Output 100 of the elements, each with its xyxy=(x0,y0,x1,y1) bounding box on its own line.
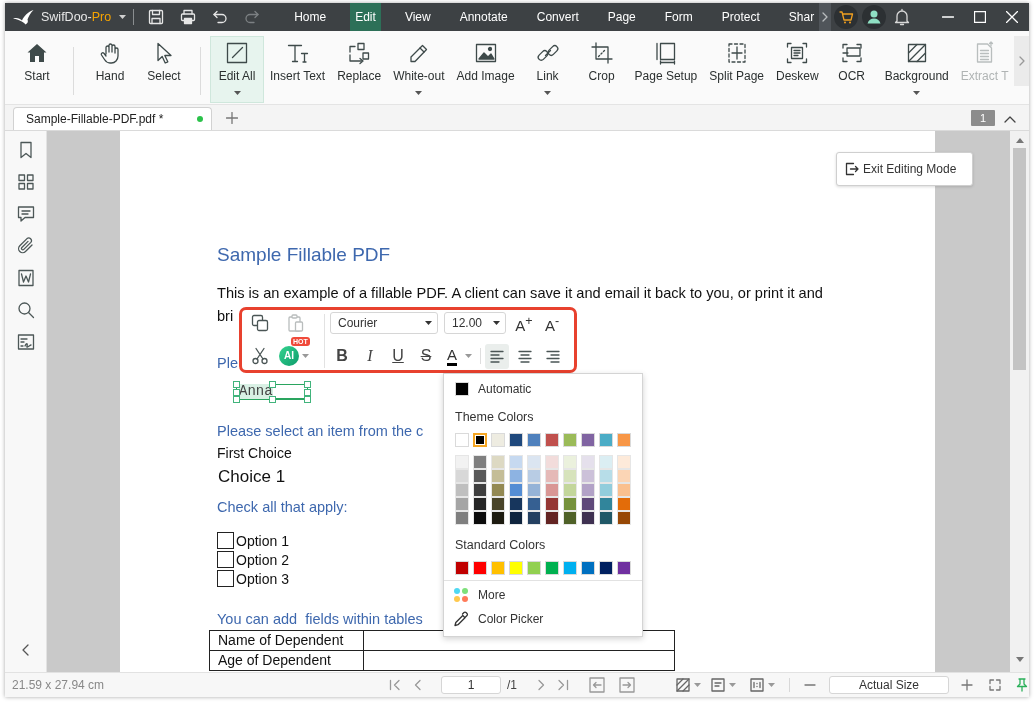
checkbox[interactable] xyxy=(217,532,234,549)
caret-icon[interactable] xyxy=(233,91,241,95)
color-swatch-icon[interactable] xyxy=(599,433,613,447)
color-swatch-icon[interactable] xyxy=(455,561,469,575)
color-swatch-icon[interactable] xyxy=(617,561,631,575)
color-swatch-icon[interactable] xyxy=(509,561,523,575)
increase-font-button[interactable]: A$^{+}$ xyxy=(512,310,536,336)
menu-tab[interactable]: Convert xyxy=(531,3,584,31)
color-swatch-icon[interactable] xyxy=(545,433,559,447)
bold-button[interactable]: B xyxy=(330,344,354,368)
close-icon[interactable] xyxy=(1006,11,1018,23)
zoom-in-icon[interactable] xyxy=(961,679,973,691)
maximize-icon[interactable] xyxy=(974,11,986,23)
caret-icon[interactable] xyxy=(913,91,921,95)
ribbon-button[interactable]: Link xyxy=(520,36,575,103)
color-swatch-icon[interactable] xyxy=(617,433,631,447)
underline-button[interactable]: U xyxy=(386,344,410,368)
document-icon[interactable] xyxy=(16,269,35,287)
user-avatar-icon[interactable] xyxy=(862,5,886,29)
italic-button[interactable]: I xyxy=(358,344,382,368)
menu-item[interactable]: Automatic xyxy=(444,381,642,397)
previous-page-icon[interactable] xyxy=(412,679,424,691)
cart-icon[interactable] xyxy=(834,5,858,29)
scroll-up-icon[interactable] xyxy=(1015,138,1024,143)
actual-size-icon[interactable] xyxy=(750,678,764,692)
pin-icon[interactable] xyxy=(1016,678,1028,692)
save-icon[interactable] xyxy=(148,9,165,25)
color-swatch-icon[interactable] xyxy=(473,561,487,575)
menu-tab[interactable]: Edit xyxy=(350,3,381,31)
ribbon-button[interactable]: Replace xyxy=(331,36,388,103)
ribbon-button[interactable]: Split Page xyxy=(703,36,770,103)
ribbon-button[interactable]: Deskew xyxy=(770,36,825,103)
color-swatch-icon[interactable] xyxy=(509,433,523,447)
color-swatch-icon[interactable] xyxy=(527,561,541,575)
ribbon-button[interactable]: Add Image xyxy=(450,36,521,103)
copy-icon[interactable] xyxy=(251,314,269,332)
fullscreen-icon[interactable] xyxy=(989,679,1001,691)
color-swatch-icon[interactable] xyxy=(455,433,469,447)
comment-icon[interactable] xyxy=(16,205,35,223)
color-swatch-icon[interactable] xyxy=(545,561,559,575)
color-swatch-icon[interactable] xyxy=(527,433,541,447)
caret-icon[interactable] xyxy=(119,15,127,19)
font-color-button[interactable]: A xyxy=(442,344,462,368)
printer-icon[interactable] xyxy=(180,9,197,25)
search-icon[interactable] xyxy=(16,301,35,319)
menu-tab[interactable]: View xyxy=(399,3,436,31)
caret-icon[interactable] xyxy=(415,91,423,95)
color-swatch-icon[interactable] xyxy=(563,433,577,447)
scrollbar-thumb[interactable] xyxy=(1013,148,1026,370)
page-layout-icon[interactable] xyxy=(711,678,725,692)
page-number-field[interactable]: 1 xyxy=(441,676,501,694)
ribbon-button[interactable]: Insert Text xyxy=(264,36,332,103)
caret-icon[interactable] xyxy=(425,321,432,325)
color-swatch-icon[interactable] xyxy=(563,561,577,575)
first-page-icon[interactable] xyxy=(389,679,401,691)
menu-tab[interactable]: Shar xyxy=(783,3,820,31)
checkbox[interactable] xyxy=(217,570,234,587)
caret-icon[interactable] xyxy=(544,91,552,95)
ribbon-button[interactable]: Crop xyxy=(574,36,629,103)
last-page-icon[interactable] xyxy=(557,679,569,691)
ribbon-button[interactable]: Start xyxy=(10,36,64,103)
checkbox[interactable] xyxy=(217,551,234,568)
chevron-left-icon[interactable] xyxy=(22,644,29,656)
font-dropdown[interactable]: Courier xyxy=(330,312,438,334)
next-page-icon[interactable] xyxy=(535,679,547,691)
menu-tab[interactable]: Annotate xyxy=(454,3,513,31)
color-swatch-icon[interactable] xyxy=(491,433,505,447)
plus-icon[interactable] xyxy=(226,112,238,124)
hatched-page-icon[interactable] xyxy=(676,678,690,692)
scroll-down-icon[interactable] xyxy=(1015,657,1024,662)
menu-item[interactable]: Color Picker xyxy=(444,607,642,631)
paperclip-icon[interactable] xyxy=(16,237,35,255)
ribbon-button[interactable]: OCR xyxy=(824,36,879,103)
scissors-icon[interactable] xyxy=(251,347,269,365)
decrease-font-button[interactable]: A$^{-}$ xyxy=(540,310,564,336)
color-swatch-icon[interactable] xyxy=(491,561,505,575)
thumbnails-icon[interactable] xyxy=(16,173,35,191)
undo-icon[interactable] xyxy=(212,9,229,25)
chevron-up-icon[interactable] xyxy=(1004,116,1016,123)
align-left-icon[interactable] xyxy=(485,343,509,369)
ribbon-button[interactable]: Select xyxy=(137,36,191,103)
exit-editing-button[interactable]: Exit Editing Mode xyxy=(836,152,973,186)
signature-icon[interactable] xyxy=(16,333,35,351)
color-swatch-icon[interactable] xyxy=(599,561,613,575)
bell-icon[interactable] xyxy=(894,8,910,26)
menu-tab[interactable]: Home xyxy=(289,3,332,31)
ribbon-button[interactable]: Hand xyxy=(83,36,137,103)
color-swatch-icon[interactable] xyxy=(473,433,487,447)
dropdown-field[interactable]: Choice 1 xyxy=(218,466,286,488)
ribbon-button[interactable]: White-out xyxy=(387,36,451,103)
ribbon-button[interactable]: Page Setup xyxy=(628,36,704,103)
caret-icon[interactable] xyxy=(493,321,500,325)
menu-tab[interactable]: Protect xyxy=(716,3,765,31)
menu-tab[interactable]: Form xyxy=(659,3,698,31)
text-field[interactable]: Anna xyxy=(233,381,311,403)
menu-item[interactable]: More xyxy=(444,583,642,607)
strikethrough-button[interactable]: S xyxy=(414,344,438,368)
font-size-dropdown[interactable]: 12.00 xyxy=(444,312,506,334)
document-tab[interactable]: Sample-Fillable-PDF.pdf * xyxy=(13,107,212,130)
ribbon-button[interactable]: Edit All xyxy=(210,36,264,103)
